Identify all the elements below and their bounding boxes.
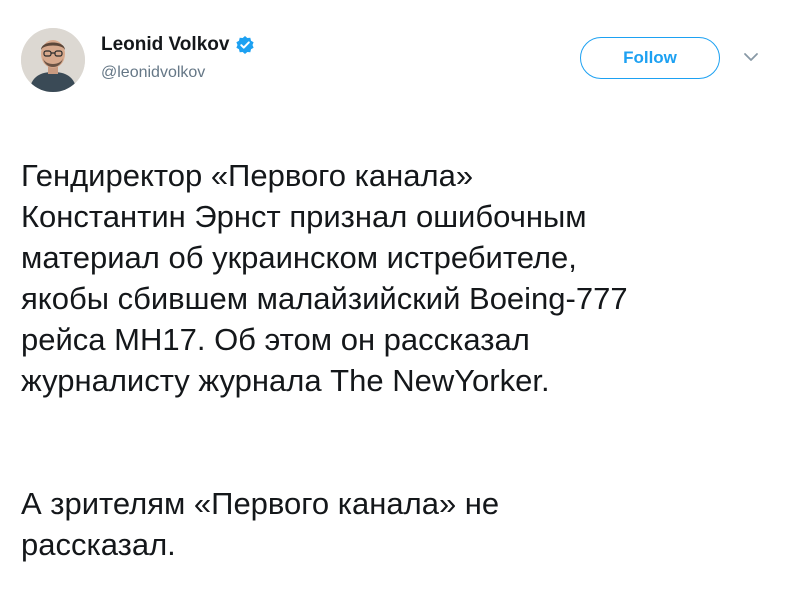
follow-button[interactable]: Follow xyxy=(580,37,720,79)
chevron-down-icon[interactable] xyxy=(742,50,760,64)
avatar-photo xyxy=(21,28,85,92)
verified-badge-icon xyxy=(235,35,255,55)
tweet-text: Гендиректор «Первого канала» Константин … xyxy=(21,114,781,606)
author-handle[interactable]: @leonidvolkov xyxy=(101,64,205,82)
tweet-card: Leonid Volkov @leonidvolkov Follow Генди… xyxy=(0,0,800,562)
tweet-paragraph-2: А зрителям «Первого канала» не рассказал… xyxy=(21,486,500,562)
tweet-paragraph-1: Гендиректор «Первого канала» Константин … xyxy=(21,158,628,398)
author-name[interactable]: Leonid Volkov xyxy=(101,34,229,56)
avatar[interactable] xyxy=(21,28,85,92)
author-name-row[interactable]: Leonid Volkov xyxy=(101,34,255,56)
